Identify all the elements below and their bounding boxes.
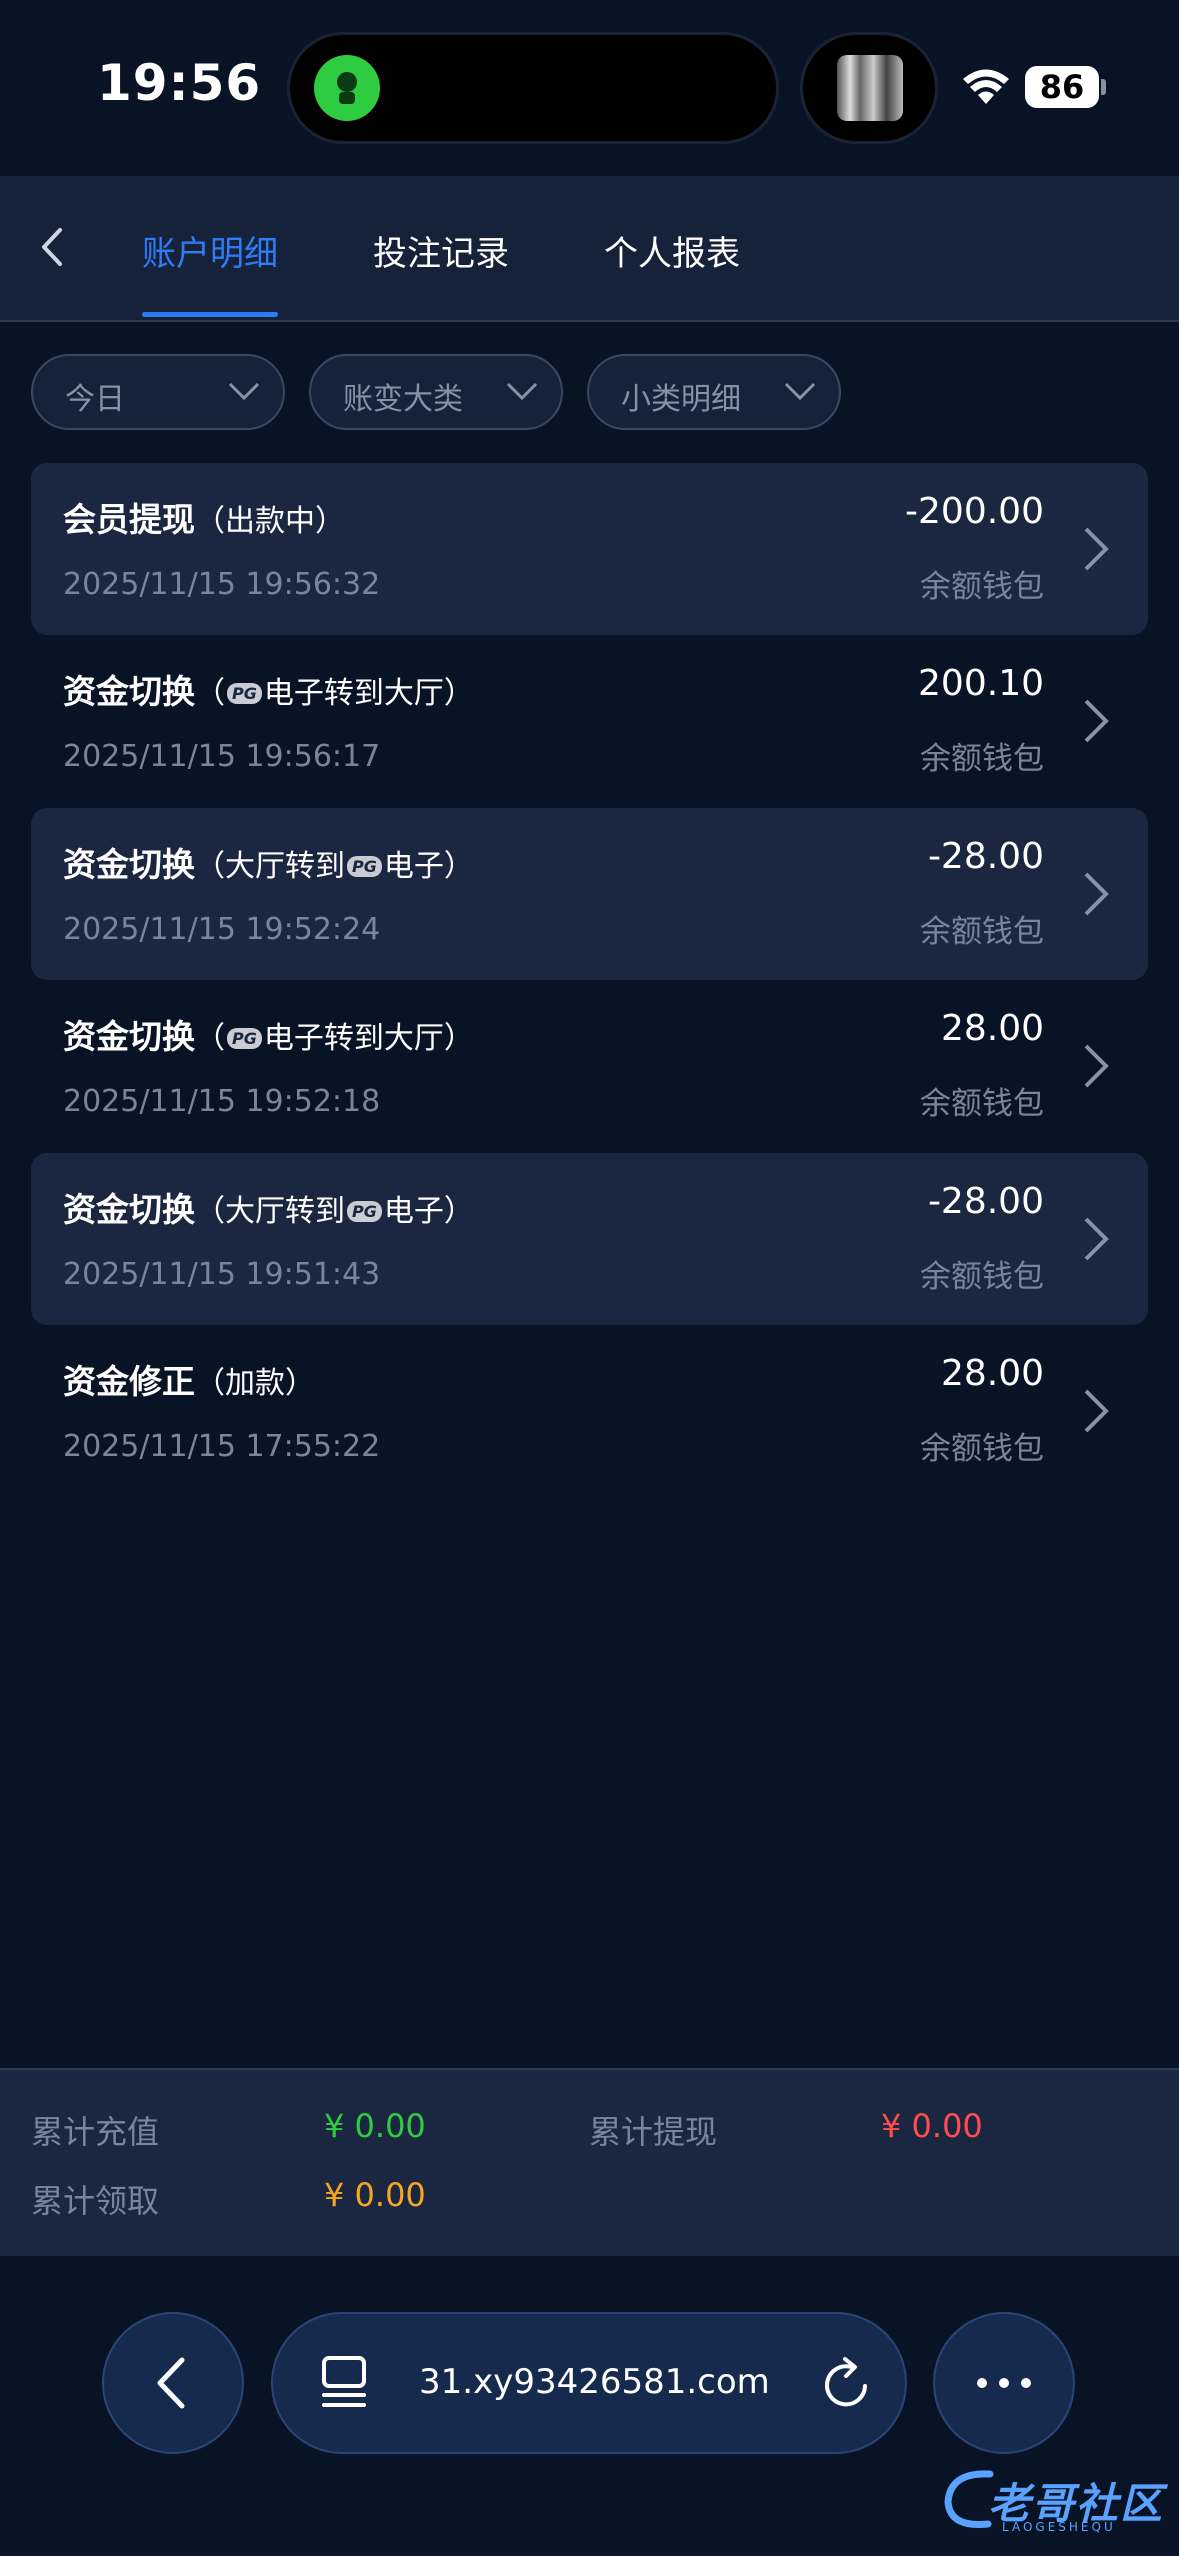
record-time: 2025/11/15 19:52:24 (63, 912, 381, 947)
battery-level: 86 (1025, 66, 1099, 108)
more-menu-button[interactable] (933, 2312, 1075, 2454)
battery-tip (1101, 79, 1106, 95)
record-time: 2025/11/15 19:56:17 (63, 739, 381, 774)
wifi-icon (963, 69, 1009, 104)
record-title: 资金切换（ PG 电子转到大厅） (63, 672, 474, 711)
chevron-right-icon (1084, 1044, 1109, 1088)
record-amount: -200.00 (905, 491, 1044, 532)
total-claim-label: 累计领取 (31, 2182, 160, 2220)
total-recharge-value: ¥ 0.00 (324, 2107, 426, 2145)
pg-logo: PG (347, 1201, 382, 1222)
record-title: 资金修正（加款） (63, 1362, 315, 1401)
status-time: 19:56 (97, 54, 262, 112)
chevron-right-icon (1084, 872, 1109, 916)
record-item[interactable]: 资金切换（ PG 电子转到大厅） 2025/11/15 19:56:17 200.1… (31, 635, 1148, 807)
filter-subcategory-label: 小类明细 (621, 382, 741, 417)
chevron-right-icon (1084, 1217, 1109, 1261)
total-recharge-label: 累计充值 (31, 2113, 160, 2151)
record-wallet: 余额钱包 (920, 914, 1044, 950)
record-item[interactable]: 资金切换（ PG 电子转到大厅） 2025/11/15 19:52:18 28.00… (31, 980, 1148, 1152)
summary-panel: 累计充值 ¥ 0.00 累计提现 ¥ 0.00 累计领取 ¥ 0.00 (0, 2068, 1179, 2258)
record-wallet: 余额钱包 (920, 1431, 1044, 1467)
filter-subcategory[interactable]: 小类明细 (587, 354, 841, 430)
tab-account-details[interactable]: 账户明细 (142, 226, 278, 275)
watermark-logo: 老哥社区 LAOGESHEQU (940, 2462, 1170, 2542)
record-item[interactable]: 会员提现（出款中） 2025/11/15 19:56:32 -200.00 余额… (31, 463, 1148, 635)
record-amount: -28.00 (927, 1181, 1044, 1222)
total-claim-value: ¥ 0.00 (324, 2176, 426, 2214)
url-text: 31.xy93426581.com (419, 2362, 770, 2402)
tab-personal-report[interactable]: 个人报表 (604, 226, 740, 275)
browser-back-button[interactable] (102, 2312, 244, 2454)
record-wallet: 余额钱包 (920, 741, 1044, 777)
record-amount: 200.10 (918, 663, 1044, 704)
filter-date-label: 今日 (65, 382, 125, 417)
record-time: 2025/11/15 17:55:22 (63, 1429, 381, 1464)
record-title: 资金切换（大厅转到 PG 电子） (63, 845, 474, 884)
record-time: 2025/11/15 19:51:43 (63, 1257, 381, 1292)
back-icon (157, 2357, 185, 2409)
top-nav: 账户明细 投注记录 个人报表 (0, 176, 1179, 322)
watermark-subtext: LAOGESHEQU (1002, 2520, 1116, 2534)
total-withdraw-value: ¥ 0.00 (881, 2107, 983, 2145)
pg-logo: PG (227, 1028, 262, 1049)
filter-date[interactable]: 今日 (31, 354, 285, 430)
record-wallet: 余额钱包 (920, 1086, 1044, 1122)
reload-icon[interactable] (821, 2356, 873, 2412)
chevron-right-icon (1084, 1389, 1109, 1433)
dynamic-island (287, 32, 779, 144)
status-bar: 19:56 86 (0, 0, 1179, 176)
media-activity (800, 32, 938, 144)
record-item[interactable]: 资金切换（大厅转到 PG 电子） 2025/11/15 19:52:24 -28.0… (31, 808, 1148, 980)
tabs-icon (322, 2356, 366, 2407)
record-item[interactable]: 资金切换（大厅转到 PG 电子） 2025/11/15 19:51:43 -28.0… (31, 1153, 1148, 1325)
record-time: 2025/11/15 19:56:32 (63, 567, 381, 602)
chevron-down-icon (228, 382, 260, 401)
record-wallet: 余额钱包 (920, 569, 1044, 605)
address-bar[interactable]: 31.xy93426581.com (271, 2312, 907, 2454)
tab-bet-records[interactable]: 投注记录 (373, 226, 509, 275)
chevron-down-icon (784, 382, 816, 401)
active-tab-indicator (142, 312, 278, 317)
record-title: 资金切换（ PG 电子转到大厅） (63, 1017, 474, 1056)
back-icon[interactable] (30, 222, 80, 272)
total-withdraw-label: 累计提现 (589, 2113, 718, 2151)
more-icon (977, 2378, 1031, 2388)
pg-logo: PG (227, 683, 262, 704)
filter-category-label: 账变大类 (343, 382, 463, 417)
pg-logo: PG (347, 856, 382, 877)
filter-category[interactable]: 账变大类 (309, 354, 563, 430)
record-amount: 28.00 (940, 1008, 1044, 1049)
chevron-right-icon (1084, 699, 1109, 743)
record-amount: 28.00 (940, 1353, 1044, 1394)
record-amount: -28.00 (927, 836, 1044, 877)
record-time: 2025/11/15 19:52:18 (63, 1084, 381, 1119)
media-thumbnail (837, 55, 903, 121)
record-wallet: 余额钱包 (920, 1259, 1044, 1295)
chevron-right-icon (1084, 527, 1109, 571)
record-title: 资金切换（大厅转到 PG 电子） (63, 1190, 474, 1229)
chevron-down-icon (506, 382, 538, 401)
app-activity-icon (314, 55, 380, 121)
record-title: 会员提现（出款中） (63, 500, 345, 539)
record-item[interactable]: 资金修正（加款） 2025/11/15 17:55:22 28.00 余额钱包 (31, 1325, 1148, 1497)
